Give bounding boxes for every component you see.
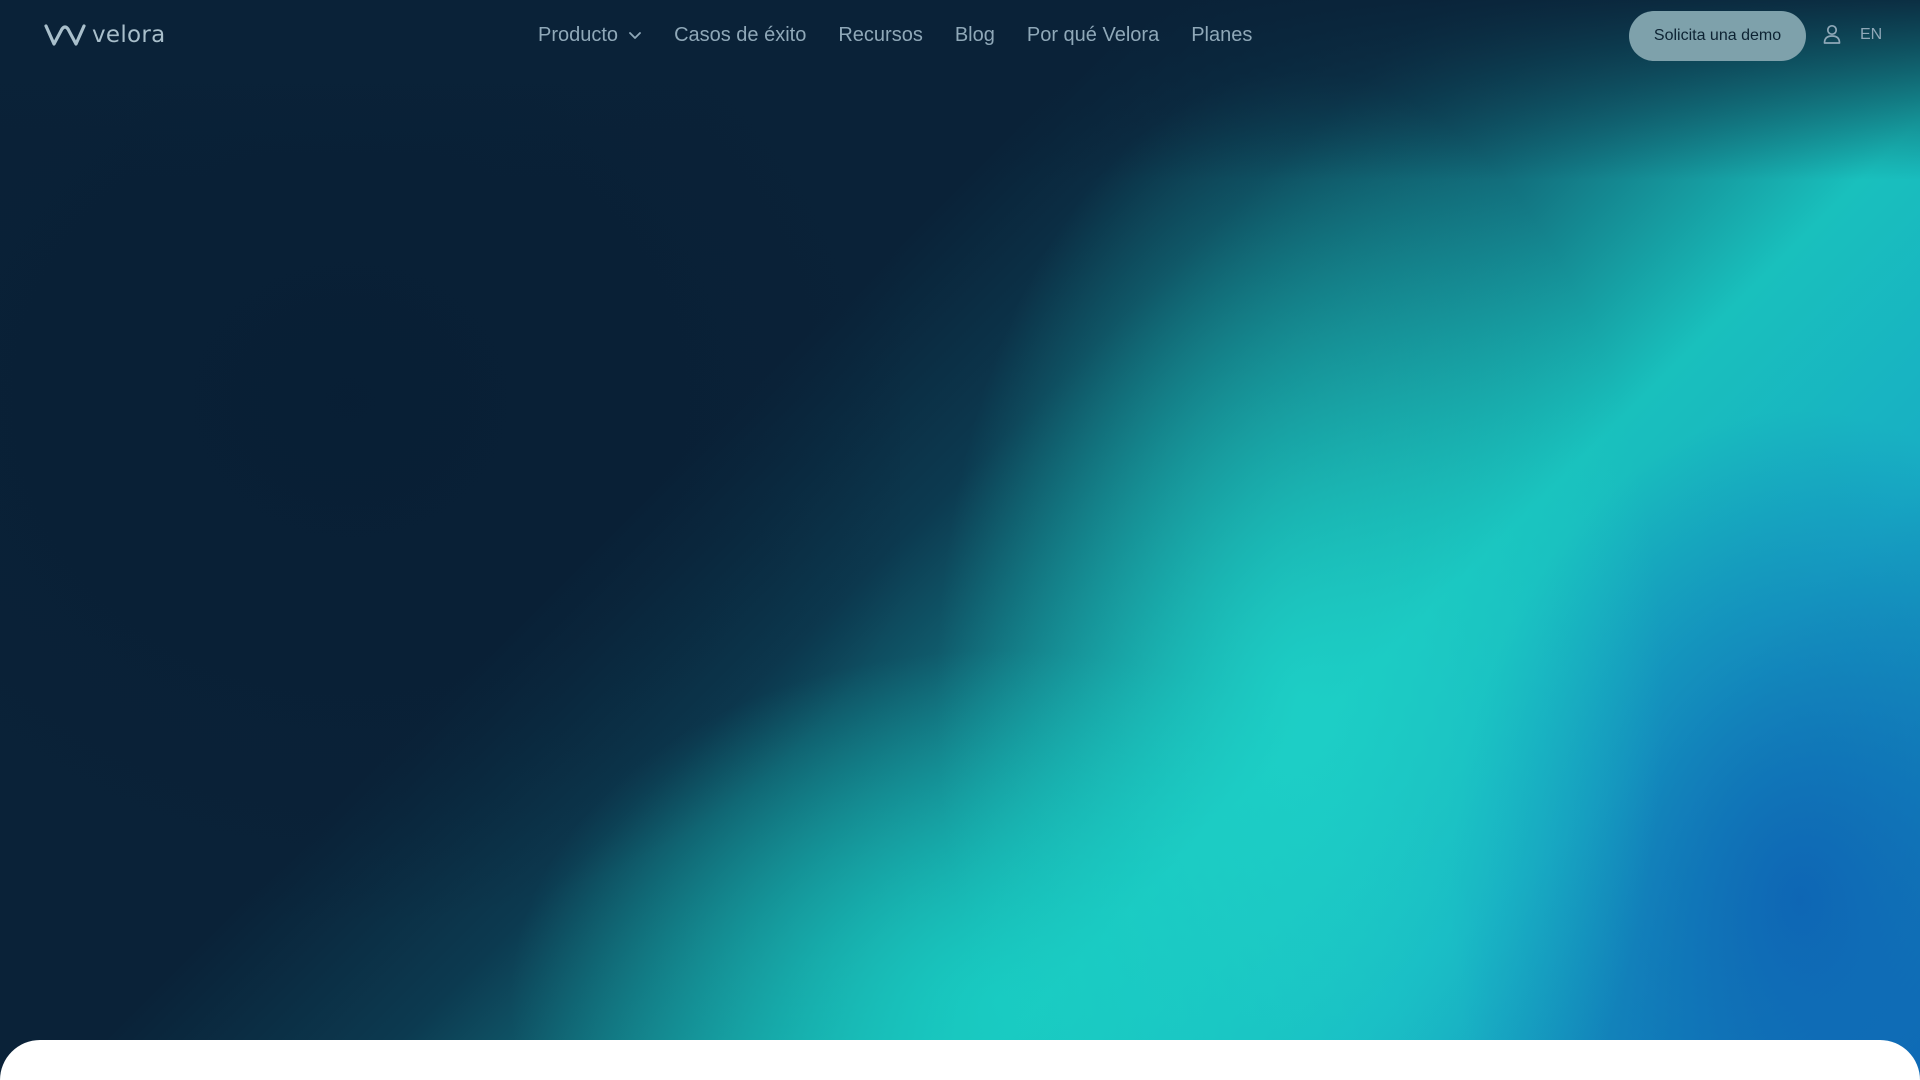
user-icon[interactable] <box>1823 24 1841 44</box>
nav-item-planes[interactable]: Planes <box>1191 24 1252 47</box>
content-section-top <box>0 1040 1920 1080</box>
hero-background <box>0 0 1920 1080</box>
nav-item-por-que-velora[interactable]: Por qué Velora <box>1027 24 1159 47</box>
language-switch[interactable]: EN <box>1860 26 1882 44</box>
nav-item-casos-de-exito[interactable]: Casos de éxito <box>674 24 806 47</box>
nav-item-label: Producto <box>538 23 619 46</box>
nav-item-producto[interactable]: Producto <box>538 24 642 47</box>
brand-logo[interactable]: velora <box>44 22 166 48</box>
nav-item-recursos[interactable]: Recursos <box>838 24 922 47</box>
request-demo-button[interactable]: Solicita una demo <box>1629 11 1806 61</box>
chevron-down-icon <box>629 32 641 39</box>
nav-item-blog[interactable]: Blog <box>955 24 995 47</box>
main-menu: Producto Casos de éxito Recursos Blog Po… <box>538 20 1252 50</box>
brand-name: velora <box>92 22 166 48</box>
top-navigation: velora Producto Casos de éxito Recursos … <box>0 0 1920 70</box>
velora-wave-icon <box>44 24 86 46</box>
